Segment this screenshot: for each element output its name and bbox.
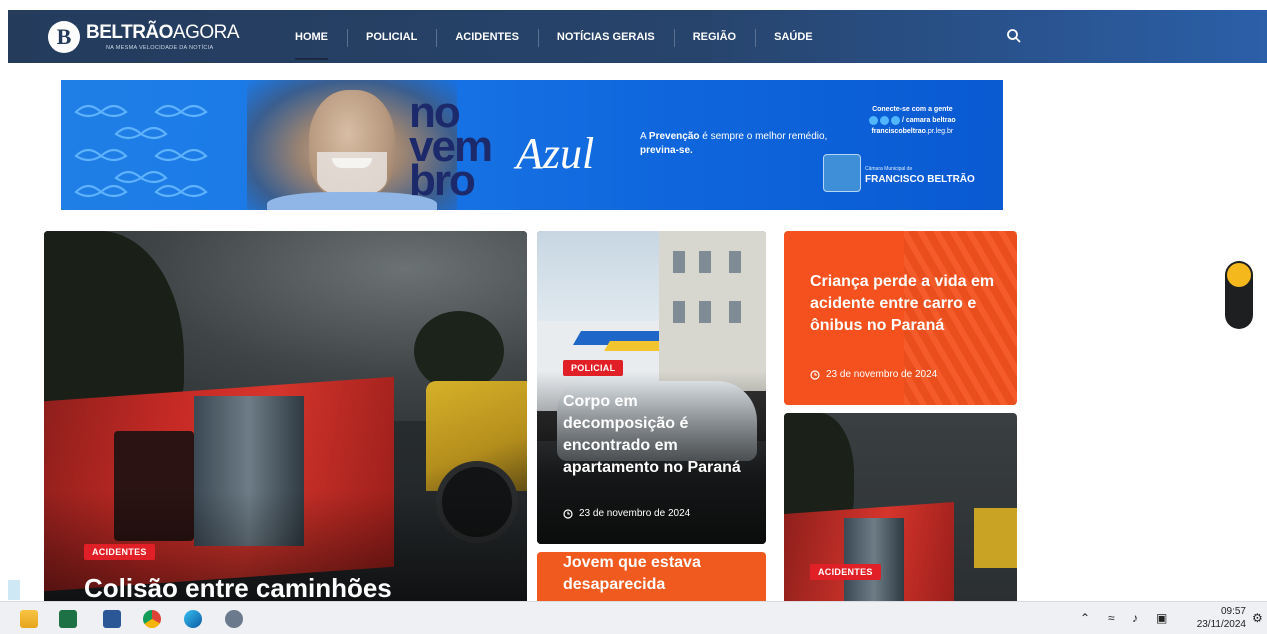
nav-home[interactable]: HOME xyxy=(276,31,347,60)
taskbar-date[interactable]: 23/11/2024 xyxy=(1186,619,1246,630)
windows-taskbar: ⌃ ≈ ♪ ▣ 09:57 23/11/2024 ⚙ xyxy=(0,601,1267,634)
volume-icon[interactable]: ♪ xyxy=(1132,611,1138,625)
top-navbar: B BELTRÃOAGORA NA MESMA VELOCIDADE DA NO… xyxy=(8,10,1267,63)
article-card-policial[interactable]: POLICIAL Corpo em decomposição é encontr… xyxy=(537,231,766,544)
file-explorer-icon[interactable] xyxy=(20,610,38,628)
search-button[interactable] xyxy=(1004,26,1024,46)
camara-label: Câmara Municipal de xyxy=(865,166,913,172)
nav-regiao[interactable]: REGIÃO xyxy=(673,28,755,47)
theme-toggle[interactable] xyxy=(1225,261,1253,329)
nav-policial[interactable]: POLICIAL xyxy=(347,28,436,47)
social-icons xyxy=(869,115,900,125)
banner-word-bro: bro xyxy=(409,156,476,205)
settings-icon[interactable] xyxy=(225,610,243,628)
chrome-icon[interactable] xyxy=(143,610,161,628)
article-card-crianca[interactable]: Criança perde a vida em acidente entre c… xyxy=(784,231,1017,405)
search-icon xyxy=(1007,29,1021,43)
novembro-azul-banner[interactable]: no vem bro Azul A Prevenção é sempre o m… xyxy=(61,80,1003,210)
camara-crest-icon xyxy=(823,154,861,192)
logo-b-icon: B xyxy=(48,21,80,53)
side-tab[interactable] xyxy=(8,580,20,600)
banner-prevention-text: A Prevenção é sempre o melhor remédio, p… xyxy=(640,131,828,156)
camara-name: FRANCISCO BELTRÃO xyxy=(865,174,975,185)
category-badge[interactable]: ACIDENTES xyxy=(810,564,881,580)
clock-icon xyxy=(563,508,573,519)
main-menu: HOME POLICIAL ACIDENTES NOTÍCIAS GERAIS … xyxy=(276,10,832,63)
sun-icon xyxy=(1227,263,1251,287)
notification-icon[interactable]: ⚙ xyxy=(1252,611,1263,625)
category-badge[interactable]: ACIDENTES xyxy=(84,544,155,560)
article-card-colisao-small[interactable]: ACIDENTES xyxy=(784,413,1017,611)
taskbar-time[interactable]: 09:57 xyxy=(1212,606,1246,617)
article-title[interactable]: Corpo em decomposição é encontrado em ap… xyxy=(563,391,753,479)
article-date: 23 de novembro de 2024 xyxy=(810,369,937,380)
nav-noticias-gerais[interactable]: NOTÍCIAS GERAIS xyxy=(537,28,674,47)
building-image xyxy=(659,231,766,391)
mustache-pattern xyxy=(74,104,208,198)
logo-text: BELTRÃOAGORA xyxy=(86,22,240,43)
article-title[interactable]: Criança perde a vida em acidente entre c… xyxy=(810,271,1000,337)
nav-acidentes[interactable]: ACIDENTES xyxy=(436,28,538,47)
category-badge[interactable]: POLICIAL xyxy=(563,360,624,376)
article-card-main[interactable]: ACIDENTES Colisão entre caminhões xyxy=(44,231,527,611)
nav-saude[interactable]: SAÚDE xyxy=(755,28,832,47)
word-icon[interactable] xyxy=(103,610,121,628)
banner-word-azul: Azul xyxy=(516,129,595,178)
banner-connect: Conecte-se com a gente / camara beltrao … xyxy=(869,104,956,137)
edge-icon[interactable] xyxy=(184,610,202,628)
article-title[interactable]: Jovem que estava desaparecida xyxy=(563,552,753,596)
logo-tagline: NA MESMA VELOCIDADE DA NOTÍCIA xyxy=(106,45,214,51)
clock-icon xyxy=(810,369,820,380)
wifi-icon[interactable]: ≈ xyxy=(1108,611,1115,625)
article-date: 23 de novembro de 2024 xyxy=(563,508,690,519)
article-title[interactable]: Colisão entre caminhões xyxy=(84,573,392,604)
battery-icon[interactable]: ▣ xyxy=(1156,611,1167,625)
chevron-up-icon[interactable]: ⌃ xyxy=(1080,611,1090,625)
excel-icon[interactable] xyxy=(59,610,77,628)
